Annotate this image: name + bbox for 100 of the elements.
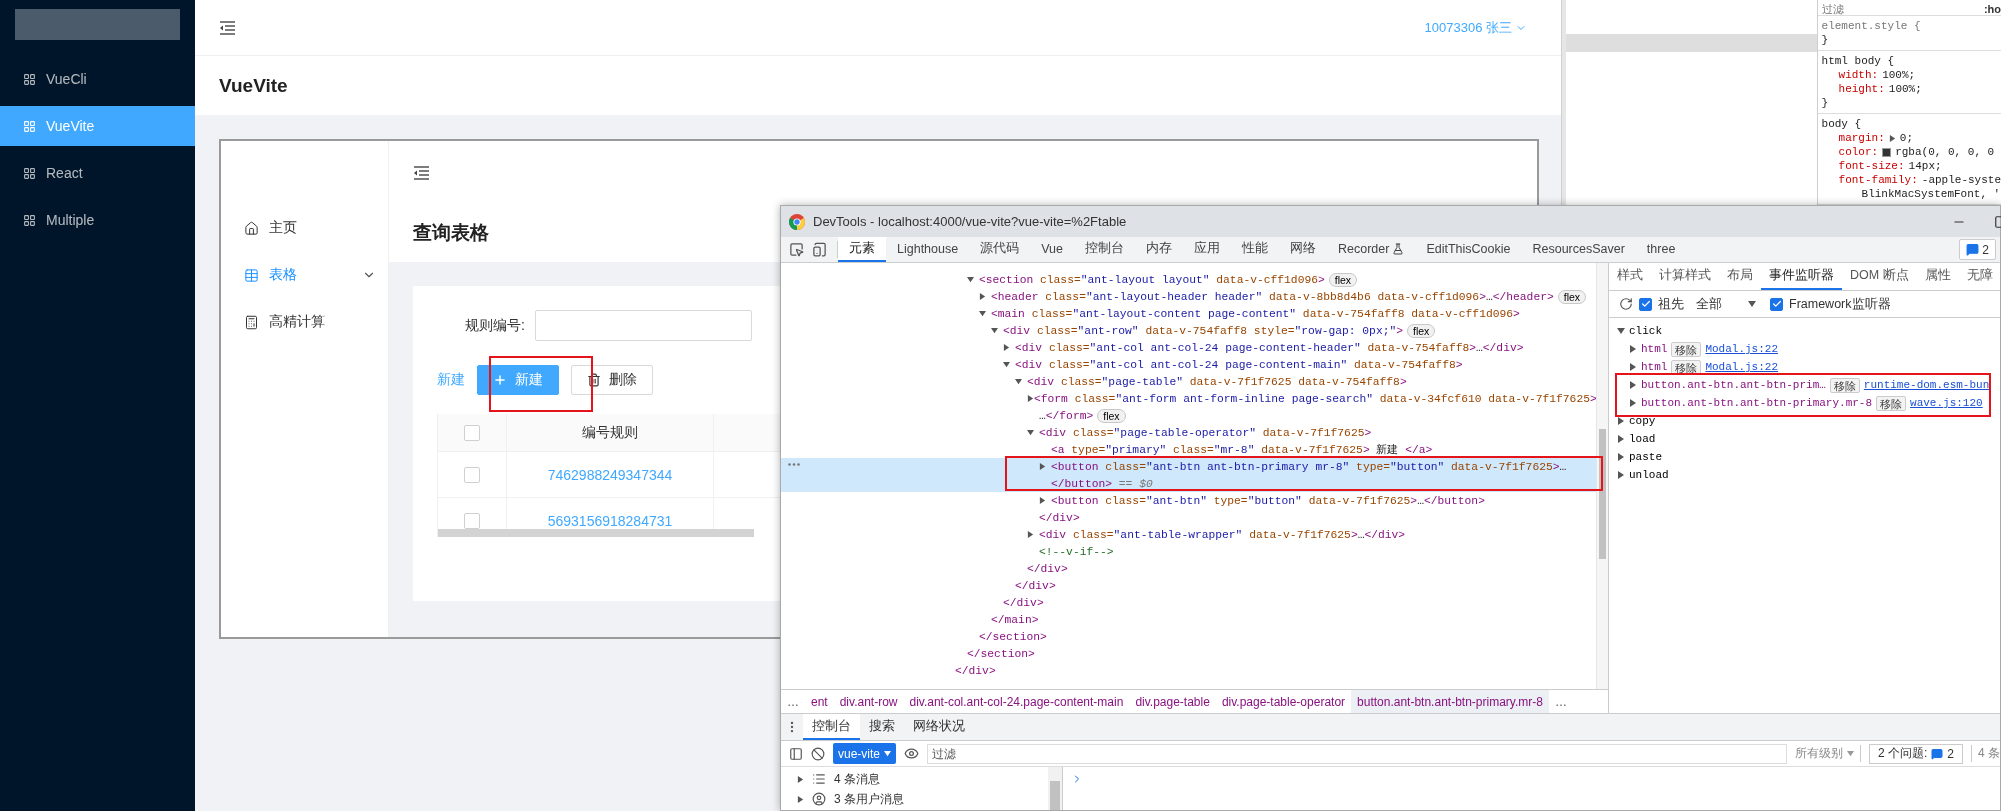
dom-node-text[interactable]: <header class="ant-layout-header header" data-v-8bb8d4b6 data-v-cff1d096>…</header> (991, 290, 1554, 303)
panel-tab[interactable]: 源代码 (969, 237, 1031, 262)
triangle-right-icon[interactable] (1888, 134, 1896, 142)
remove-button[interactable]: 移除 (1876, 395, 1907, 411)
dom-node-text[interactable]: <form class="ant-form ant-form-inline page-search" data-v-34fcf610 data-v-7f1f7625> (1034, 392, 1596, 405)
inspect-icon[interactable] (789, 242, 804, 257)
dom-node-text[interactable]: <div class="ant-col ant-col-24 page-content-header" data-v-754faff8>…</div> (1015, 341, 1524, 354)
triangle-down-icon[interactable] (1617, 327, 1625, 335)
message-group[interactable]: 4 条消息 (797, 769, 1048, 789)
dom-node-text[interactable]: <div class="ant-col ant-col-24 page-content-main" data-v-754faff8> (1015, 358, 1463, 371)
triangle-down-icon[interactable] (1027, 429, 1034, 436)
message-group[interactable]: 3 条用户消息 (797, 789, 1048, 809)
triangle-down-icon[interactable] (884, 750, 892, 757)
triangle-right-icon[interactable] (1629, 363, 1637, 371)
issues-button[interactable]: 2 个问题: 2 (1868, 743, 1963, 764)
pane-tab[interactable]: DOM 断点 (1842, 263, 1917, 290)
source-link[interactable]: Modal.js:22 (1705, 361, 1779, 373)
panel-tab[interactable]: Recorder (1326, 237, 1416, 262)
panel-tab[interactable]: three (1635, 237, 1687, 262)
flex-badge[interactable]: flex (1328, 272, 1358, 287)
triangle-right-icon[interactable] (797, 795, 804, 803)
triangle-right-icon[interactable] (1617, 417, 1625, 425)
pane-tab[interactable]: 布局 (1719, 263, 1761, 290)
refresh-icon[interactable] (1619, 297, 1633, 311)
triangle-right-icon[interactable] (1617, 435, 1625, 443)
breadcrumb[interactable]: button.ant-btn.ant-btn-primary.mr-8 (1351, 690, 1549, 713)
dom-node-text[interactable]: <div class="ant-table-wrapper" data-v-7f1f7625>…</div> (1039, 528, 1406, 541)
triangle-right-icon[interactable] (1617, 453, 1625, 461)
scroll-left-button[interactable]: … (781, 694, 805, 709)
triangle-down-icon[interactable] (991, 327, 998, 334)
context-select[interactable]: vue-vite (833, 743, 897, 764)
triangle-right-icon[interactable] (1027, 395, 1034, 402)
filter-field[interactable]: 过滤 (927, 743, 1787, 764)
flex-badge[interactable]: flex (1557, 289, 1587, 304)
source-link[interactable]: runtime-dom.esm-bun (1863, 379, 1990, 391)
listener-target[interactable]: html (1641, 361, 1668, 373)
panel-tab[interactable]: Vue (1030, 237, 1074, 262)
drawer-tab[interactable]: 搜索 (860, 714, 904, 740)
scope-select[interactable]: 全部 (1696, 295, 1722, 313)
nav-item[interactable]: Multiple (0, 200, 195, 240)
scrollbar-thumb[interactable] (1599, 429, 1606, 559)
delete-button[interactable]: 删除 (571, 365, 653, 395)
triangle-right-icon[interactable] (1039, 497, 1046, 504)
drawer-tab[interactable]: 控制台 (803, 714, 860, 740)
listener-target[interactable]: button.ant-btn.ant-btn-primary.mr-8 (1641, 397, 1873, 409)
checkbox[interactable] (1639, 297, 1652, 311)
pane-tab[interactable]: 样式 (1609, 263, 1651, 290)
panel-tab[interactable]: 应用 (1182, 237, 1231, 262)
eye-icon[interactable] (904, 746, 920, 761)
menu-fold-icon[interactable] (413, 165, 430, 180)
issues-badge[interactable]: 2 (1959, 239, 1996, 260)
dom-node-text[interactable]: <div class="page-table-operator" data-v-7f1f7625> (1039, 426, 1372, 439)
flex-badge[interactable]: flex (1097, 408, 1126, 423)
dom-node-text[interactable]: </button> == $0 (1051, 477, 1153, 490)
event-name[interactable]: click (1629, 325, 1662, 337)
listener-target[interactable]: html (1641, 343, 1668, 355)
triangle-right-icon[interactable] (1629, 381, 1637, 389)
color-swatch[interactable] (1882, 147, 1892, 157)
triangle-down-icon[interactable] (1748, 300, 1756, 308)
triangle-right-icon[interactable] (1039, 463, 1046, 470)
dom-node-text[interactable]: <main class="ant-layout-content page-content" data-v-754faff8 data-v-cff1d096> (991, 307, 1520, 320)
remove-button[interactable]: 移除 (1829, 377, 1860, 393)
pane-tab[interactable]: 无障 (1958, 263, 2000, 290)
scroll-right-button[interactable]: … (1548, 694, 1573, 709)
panel-tab[interactable]: 内存 (1134, 237, 1183, 262)
panel-tab[interactable]: 元素 (838, 237, 886, 262)
breadcrumb[interactable]: div.page-table-operator (1215, 690, 1352, 713)
dom-node-text[interactable]: <button class="ant-btn ant-btn-primary mr-8" type="button" data-v-7f1f7625>… (1051, 460, 1567, 473)
breadcrumb[interactable]: div.ant-row (833, 690, 904, 713)
breadcrumb[interactable]: div.page-table (1129, 690, 1216, 713)
panel-tab[interactable]: Lighthouse (886, 237, 970, 262)
event-name[interactable]: unload (1629, 469, 1669, 481)
filter-field[interactable]: 过滤 (1821, 3, 1844, 15)
dom-node-text[interactable]: …</form> (1039, 409, 1094, 422)
scrollbar-thumb[interactable] (1050, 781, 1060, 810)
more-icon[interactable] (788, 463, 800, 466)
triangle-down-icon[interactable] (1015, 378, 1022, 385)
triangle-down-icon[interactable] (1003, 361, 1010, 368)
device-icon[interactable] (812, 242, 827, 257)
nav-item[interactable]: VueCli (0, 59, 195, 99)
menu-item[interactable]: 主页 (221, 208, 388, 248)
input-field[interactable] (535, 310, 752, 341)
panel-tab[interactable]: 网络 (1278, 237, 1327, 262)
listener-target[interactable]: button.ant-btn.ant-btn-prim… (1641, 379, 1826, 391)
dom-node-text[interactable]: <div class="page-table" data-v-7f1f7625 data-v-754faff8> (1027, 375, 1407, 388)
triangle-right-icon[interactable] (979, 293, 986, 300)
breadcrumb[interactable]: ent (805, 690, 834, 713)
pane-tab[interactable]: 计算样式 (1651, 263, 1719, 290)
triangle-right-icon[interactable] (1629, 399, 1637, 407)
triangle-right-icon[interactable] (1629, 345, 1637, 353)
remove-button[interactable]: 移除 (1671, 341, 1702, 357)
triangle-right-icon[interactable] (1003, 344, 1010, 351)
scrollbar[interactable] (438, 529, 754, 537)
drawer-tab[interactable]: 网络状况 (904, 714, 974, 740)
dom-node-text[interactable]: <a type="primary" class="mr-8" data-v-7f1f7625> 新建 </a> (1051, 442, 1433, 457)
nav-item[interactable]: React (0, 153, 195, 193)
event-name[interactable]: copy (1629, 415, 1656, 427)
sidebar-toggle-icon[interactable] (789, 746, 803, 761)
dom-node-text[interactable]: <button class="ant-btn" type="button" data-v-7f1f7625>…</button> (1051, 494, 1485, 507)
panel-tab[interactable]: EditThisCookie (1415, 237, 1522, 262)
